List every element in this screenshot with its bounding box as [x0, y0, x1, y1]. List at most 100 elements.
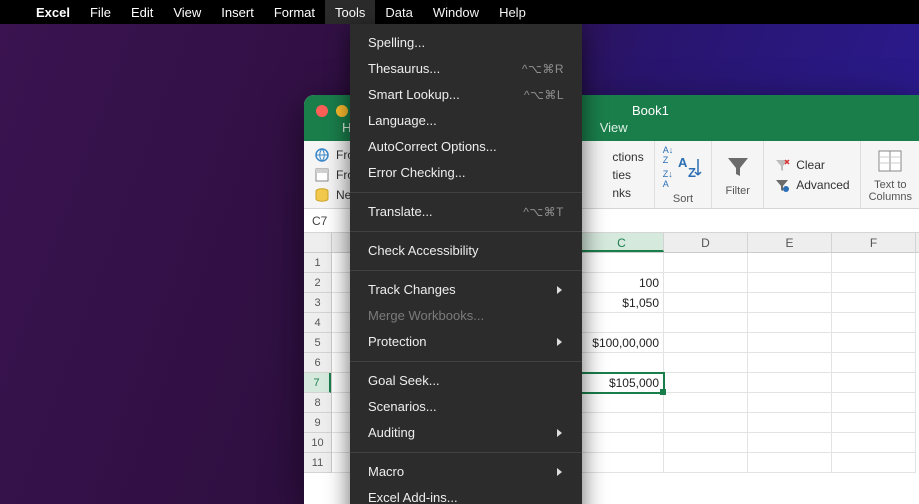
menu-item[interactable]: AutoCorrect Options... [350, 134, 582, 160]
filter-button[interactable]: Filter [712, 141, 764, 208]
cell[interactable]: $1,050 [580, 293, 664, 313]
menu-item[interactable]: Error Checking... [350, 160, 582, 186]
cell[interactable] [832, 293, 916, 313]
row-header[interactable]: 1 [304, 253, 331, 273]
menu-item[interactable]: Track Changes [350, 277, 582, 303]
menu-window[interactable]: Window [423, 0, 489, 24]
row-header[interactable]: 10 [304, 433, 331, 453]
row-header[interactable]: 8 [304, 393, 331, 413]
close-button[interactable] [316, 105, 328, 117]
cell[interactable] [664, 333, 748, 353]
row-header[interactable]: 9 [304, 413, 331, 433]
cell[interactable] [748, 393, 832, 413]
menu-item[interactable]: Language... [350, 108, 582, 134]
menu-item[interactable]: Translate...^⌥⌘T [350, 199, 582, 225]
select-all-corner[interactable] [304, 233, 332, 252]
cell[interactable] [580, 433, 664, 453]
menu-data[interactable]: Data [375, 0, 422, 24]
cell-selected[interactable]: $105,000 [580, 373, 664, 393]
cell[interactable] [664, 393, 748, 413]
menu-item[interactable]: Auditing [350, 420, 582, 446]
cell[interactable] [580, 353, 664, 373]
cell[interactable] [580, 253, 664, 273]
advanced-button[interactable]: Advanced [774, 177, 849, 193]
cell[interactable] [664, 453, 748, 473]
cell[interactable] [580, 413, 664, 433]
label: Clear [796, 158, 825, 172]
menu-insert[interactable]: Insert [211, 0, 264, 24]
menu-tools[interactable]: Tools [325, 0, 375, 24]
row-header[interactable]: 6 [304, 353, 331, 373]
cell[interactable] [748, 353, 832, 373]
connections-button[interactable]: ctions [612, 150, 643, 164]
cell[interactable] [748, 293, 832, 313]
menu-item[interactable]: Macro [350, 459, 582, 485]
cell[interactable] [832, 333, 916, 353]
cell[interactable] [748, 373, 832, 393]
menu-item[interactable]: Thesaurus...^⌥⌘R [350, 56, 582, 82]
cell[interactable] [832, 453, 916, 473]
cell[interactable] [664, 353, 748, 373]
cell[interactable] [832, 433, 916, 453]
cell[interactable] [832, 373, 916, 393]
tab-view[interactable]: View [586, 114, 642, 141]
row-header[interactable]: 3 [304, 293, 331, 313]
cell[interactable] [664, 373, 748, 393]
menu-file[interactable]: File [80, 0, 121, 24]
cell[interactable] [664, 293, 748, 313]
cell[interactable] [832, 353, 916, 373]
menu-view[interactable]: View [163, 0, 211, 24]
menu-item[interactable]: Scenarios... [350, 394, 582, 420]
col-header-d[interactable]: D [664, 233, 748, 252]
col-header-c[interactable]: C [580, 233, 664, 252]
cell[interactable]: $100,00,000 [580, 333, 664, 353]
col-header-f[interactable]: F [832, 233, 916, 252]
text-to-columns-icon [876, 147, 904, 175]
cell[interactable] [664, 253, 748, 273]
row-header[interactable]: 5 [304, 333, 331, 353]
menu-format[interactable]: Format [264, 0, 325, 24]
row-header[interactable]: 4 [304, 313, 331, 333]
row-header[interactable]: 2 [304, 273, 331, 293]
tools-menu-dropdown: Spelling...Thesaurus...^⌥⌘RSmart Lookup.… [350, 24, 582, 504]
text-to-columns-button[interactable]: Text to Columns [861, 141, 919, 208]
row-header[interactable]: 11 [304, 453, 331, 473]
cell[interactable] [832, 273, 916, 293]
cell[interactable] [832, 313, 916, 333]
menu-item[interactable]: Spelling... [350, 30, 582, 56]
cell[interactable] [580, 453, 664, 473]
cell[interactable] [580, 393, 664, 413]
cell[interactable] [832, 413, 916, 433]
clear-button[interactable]: Clear [774, 157, 825, 173]
menu-item[interactable]: Protection [350, 329, 582, 355]
menu-item[interactable]: Smart Lookup...^⌥⌘L [350, 82, 582, 108]
menu-edit[interactable]: Edit [121, 0, 163, 24]
cell[interactable] [748, 433, 832, 453]
menu-help[interactable]: Help [489, 0, 536, 24]
properties-button[interactable]: ties [612, 168, 631, 182]
menu-item[interactable]: Excel Add-ins... [350, 485, 582, 504]
row-header[interactable]: 7 [304, 373, 331, 393]
cell[interactable] [832, 393, 916, 413]
cell[interactable] [748, 453, 832, 473]
cell[interactable] [748, 273, 832, 293]
cell[interactable] [832, 253, 916, 273]
cell[interactable] [748, 333, 832, 353]
cell[interactable] [748, 313, 832, 333]
cell[interactable] [748, 413, 832, 433]
app-menu[interactable]: Excel [26, 0, 80, 24]
edit-links-button[interactable]: nks [612, 186, 631, 200]
cell[interactable]: 100 [580, 273, 664, 293]
cell[interactable] [580, 313, 664, 333]
cell[interactable] [664, 433, 748, 453]
cell[interactable] [664, 313, 748, 333]
cell[interactable] [748, 253, 832, 273]
apple-menu[interactable] [10, 0, 26, 24]
menu-item[interactable]: Check Accessibility [350, 238, 582, 264]
menu-item[interactable]: Goal Seek... [350, 368, 582, 394]
col-header-e[interactable]: E [748, 233, 832, 252]
cell[interactable] [664, 413, 748, 433]
cell[interactable] [664, 273, 748, 293]
sort-button[interactable]: A↓Z Z↓A AZ Sort [655, 141, 713, 208]
minimize-button[interactable] [336, 105, 348, 117]
